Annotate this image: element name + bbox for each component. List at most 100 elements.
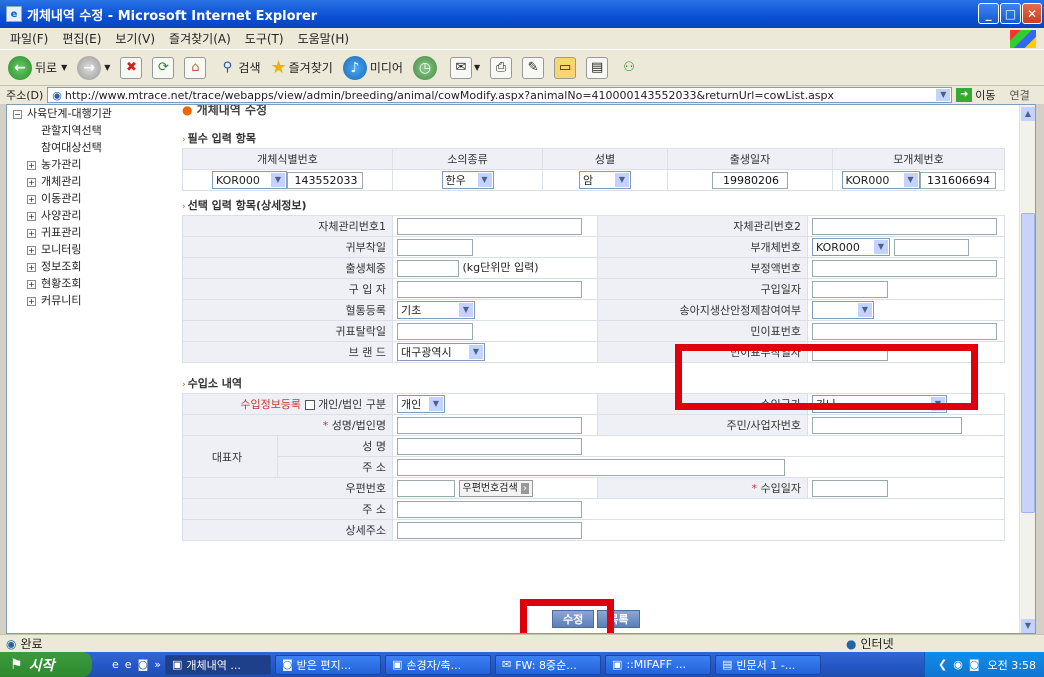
scroll-down-icon[interactable]: ▼: [1021, 619, 1035, 633]
purchase-date-input[interactable]: [812, 280, 888, 298]
private-tag-no-input[interactable]: [812, 322, 997, 340]
sidebar-item-status[interactable]: + 현황조회: [13, 275, 183, 292]
outlook-icon[interactable]: ◙: [138, 658, 149, 671]
breed-select[interactable]: 한우 ▼: [441, 171, 494, 189]
self-id1-input[interactable]: [397, 217, 582, 235]
print-button[interactable]: ⎙: [490, 56, 513, 79]
menu-help[interactable]: 도움말(H): [298, 30, 350, 47]
import-reg-checkbox[interactable]: [304, 400, 315, 410]
import-date-input[interactable]: [812, 479, 888, 497]
pedigree-select[interactable]: 기초 ▼: [397, 301, 475, 319]
birth-date-input[interactable]: 19980206: [712, 171, 788, 189]
sidebar-item-info[interactable]: + 정보조회: [13, 258, 183, 275]
research-button[interactable]: ▤: [586, 56, 609, 79]
minimize-button[interactable]: _: [978, 3, 999, 24]
page-icon: ◉: [52, 88, 62, 102]
tray-icon[interactable]: ◙: [969, 658, 980, 671]
chevron-down-icon[interactable]: ▼: [936, 89, 951, 101]
media-icon: ♪: [342, 55, 367, 80]
forward-button[interactable]: → ▼: [77, 55, 110, 80]
zip-input[interactable]: [397, 479, 455, 497]
ie-icon[interactable]: e: [125, 658, 132, 671]
mother-prefix-select[interactable]: KOR000 ▼: [841, 171, 920, 189]
zip-search-button[interactable]: 우편번호검색 ›: [458, 479, 533, 497]
refresh-button[interactable]: ⟳: [152, 56, 175, 79]
sidebar-item-monitoring[interactable]: + 모니터링: [13, 241, 183, 258]
father-number-input[interactable]: [893, 238, 969, 256]
semen-no-input[interactable]: [812, 259, 997, 277]
mail-button[interactable]: ✉ ▼: [449, 56, 480, 79]
reg-no-input[interactable]: [812, 416, 962, 434]
close-button[interactable]: ✕: [1022, 3, 1042, 24]
sidebar-item-feeding[interactable]: + 사양관리: [13, 207, 183, 224]
ie-icon[interactable]: e: [112, 658, 119, 671]
private-tag-date-input[interactable]: [812, 343, 888, 361]
favorites-button[interactable]: ★ 즐겨찾기: [271, 57, 333, 78]
go-button[interactable]: ➜ 이동: [956, 87, 996, 103]
tray-icon[interactable]: ❮: [938, 658, 947, 671]
chevron-right-icon[interactable]: »: [154, 658, 161, 671]
addr-input[interactable]: [397, 500, 582, 518]
search-button[interactable]: ⚲ 검색: [216, 57, 261, 79]
edit-button[interactable]: ✎: [522, 56, 545, 79]
links-label[interactable]: 연결: [1010, 87, 1030, 103]
birth-weight-input[interactable]: [397, 259, 459, 277]
sidebar-sub-region[interactable]: 관할지역선택: [13, 122, 183, 139]
detail-addr-input[interactable]: [397, 521, 582, 539]
back-button[interactable]: ← 뒤로 ▼: [8, 55, 67, 80]
home-button[interactable]: ⌂: [184, 56, 207, 79]
task-item[interactable]: ▣ 개체내역 ...: [164, 654, 271, 675]
id-prefix-select[interactable]: KOR000 ▼: [212, 171, 287, 189]
messenger-button[interactable]: ⚇: [618, 57, 640, 79]
calf-program-select[interactable]: ▼: [812, 301, 874, 319]
go-label: 이동: [975, 89, 996, 102]
sidebar-top[interactable]: − 사육단계-대행기관: [13, 105, 183, 122]
father-prefix-select[interactable]: KOR000 ▼: [812, 238, 890, 256]
menu-favorites[interactable]: 즐겨찾기(A): [169, 30, 231, 47]
menu-edit[interactable]: 편집(E): [62, 30, 101, 47]
task-item[interactable]: ▣::MIFAFF ...: [604, 654, 711, 675]
id-number-input[interactable]: 143552033: [287, 171, 363, 189]
menu-file[interactable]: 파일(F): [10, 30, 48, 47]
sidebar-sub-target[interactable]: 참여대상선택: [13, 139, 183, 156]
sidebar-item-eartag[interactable]: + 귀표관리: [13, 224, 183, 241]
menu-tools[interactable]: 도구(T): [245, 30, 284, 47]
edit-icon: ✎: [522, 56, 545, 79]
sex-select[interactable]: 암 ▼: [579, 171, 631, 189]
country-select[interactable]: 가나 ▼: [812, 395, 947, 413]
start-button[interactable]: ⚑ 시작: [0, 652, 92, 677]
mother-number-input[interactable]: 131606694: [919, 171, 996, 189]
rep-addr-input[interactable]: [397, 458, 785, 476]
rep-name-input[interactable]: [397, 437, 582, 455]
stop-button[interactable]: ✖: [120, 56, 143, 79]
task-item[interactable]: ✉ FW: 8중순...: [494, 654, 601, 675]
folder-button[interactable]: ▭: [554, 56, 577, 79]
name-input[interactable]: [397, 416, 582, 434]
menu-view[interactable]: 보기(V): [115, 30, 155, 47]
sidebar-item-animal[interactable]: + 개체관리: [13, 173, 183, 190]
page-done-icon: ◉: [6, 636, 17, 651]
history-button[interactable]: ◷: [412, 55, 440, 80]
type-select[interactable]: 개인 ▼: [397, 395, 445, 413]
task-item[interactable]: ▣ 손경자/축...: [384, 654, 491, 675]
maximize-button[interactable]: □: [1000, 3, 1021, 24]
scroll-thumb[interactable]: [1021, 213, 1035, 513]
media-button[interactable]: ♪ 미디어: [342, 55, 403, 80]
list-button[interactable]: 목록: [597, 610, 640, 628]
sidebar-item-movement[interactable]: + 이동관리: [13, 190, 183, 207]
save-button[interactable]: 수정: [552, 610, 595, 628]
eartag-date-input[interactable]: [397, 238, 473, 256]
sidebar-item-community[interactable]: + 커뮤니티: [13, 292, 183, 309]
self-id2-input[interactable]: [812, 217, 997, 235]
vertical-scrollbar[interactable]: ▲ ▼: [1019, 105, 1035, 633]
plus-icon: +: [27, 177, 36, 187]
task-item[interactable]: ▤ 빈문서 1 -...: [714, 654, 821, 675]
task-item[interactable]: ◙ 받은 편지...: [274, 654, 381, 675]
tray-icon[interactable]: ◉: [953, 658, 963, 671]
scroll-up-icon[interactable]: ▲: [1021, 107, 1035, 121]
brand-select[interactable]: 대구광역시 ▼: [397, 343, 485, 361]
eartag-drop-input[interactable]: [397, 322, 473, 340]
buyer-input[interactable]: [397, 280, 582, 298]
address-input[interactable]: ◉ http://www.mtrace.net/trace/webapps/vi…: [47, 87, 953, 103]
sidebar-item-farm[interactable]: + 농가관리: [13, 156, 183, 173]
